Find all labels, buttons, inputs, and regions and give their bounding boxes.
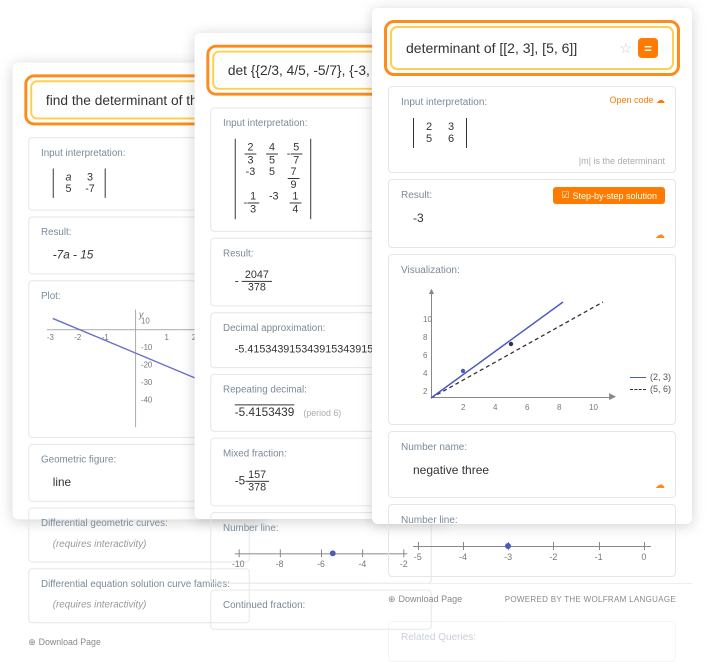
viz-area: ▲ ▶ 10 8 6 4 2 2 4 6 8 10 (2, 3) (5, 6) — [413, 284, 613, 414]
numberline-dot — [330, 550, 336, 556]
download-icon: ⊕ — [28, 637, 35, 647]
step-by-step-button[interactable]: ☑ Step-by-step solution — [553, 187, 665, 204]
star-icon[interactable]: ☆ — [619, 40, 632, 57]
viz-legend: (2, 3) (5, 6) — [630, 370, 671, 394]
pod-title: Number line: — [401, 515, 663, 526]
cloud-icon: ☁ — [656, 95, 665, 105]
numberline-area: -5 -4 -3 -2 -1 0 — [413, 534, 651, 564]
open-code-link[interactable]: Open code ☁ — [609, 95, 665, 106]
pod-input-interpretation: Input interpretation: 23 56 Open code ☁ … — [388, 86, 676, 173]
interactivity-note: (requires interactivity) — [41, 537, 237, 552]
pod-title: Differential geometric curves: — [41, 518, 237, 529]
pod-number-line: Number line: -5 -4 -3 -2 -1 0 — [388, 504, 676, 577]
viz-lines — [413, 284, 613, 414]
determinant-note: |m| is the determinant — [579, 156, 665, 166]
numberline-dot — [505, 543, 511, 549]
card-footer: ⊕Download Page POWERED BY THE WOLFRAM LA… — [372, 583, 692, 615]
pod-title: Number name: — [401, 442, 663, 453]
check-icon: ☑ — [561, 190, 569, 201]
compute-button[interactable]: = — [638, 38, 658, 58]
pod-visualization: Visualization: ▲ ▶ 10 8 6 4 2 2 4 6 8 10… — [388, 254, 676, 425]
pod-number-name: Number name: negative three ☁ — [388, 431, 676, 498]
result-value: -3 — [401, 209, 663, 227]
pod-title: Differential equation solution curve fam… — [41, 579, 237, 590]
number-name-value: negative three — [401, 461, 663, 479]
pod-related-queries: Related Queries: — [388, 621, 676, 662]
pod-title: Visualization: — [401, 265, 663, 276]
cloud-icon[interactable]: ☁ — [655, 230, 665, 241]
matrix-display: 23 56 — [401, 116, 663, 150]
pod-result: Result: ☑ Step-by-step solution -3 ☁ — [388, 179, 676, 248]
searchbar[interactable]: determinant of [[2, 3], [5, 6]] ☆ = — [384, 20, 680, 76]
interactivity-note: (requires interactivity) — [41, 598, 237, 613]
download-link[interactable]: Download Page — [399, 594, 463, 604]
cloud-icon[interactable]: ☁ — [655, 480, 665, 491]
result-card-3: determinant of [[2, 3], [5, 6]] ☆ = Inpu… — [372, 8, 692, 524]
pod-title: Related Queries: — [401, 632, 663, 643]
powered-by: POWERED BY THE WOLFRAM LANGUAGE — [505, 595, 676, 604]
numberline-area: -10 -8 -6 -4 -2 — [235, 542, 407, 571]
search-input[interactable]: determinant of [[2, 3], [5, 6]] — [406, 40, 619, 56]
download-icon: ⊕ — [388, 594, 396, 604]
download-link[interactable]: Download Page — [39, 637, 101, 647]
